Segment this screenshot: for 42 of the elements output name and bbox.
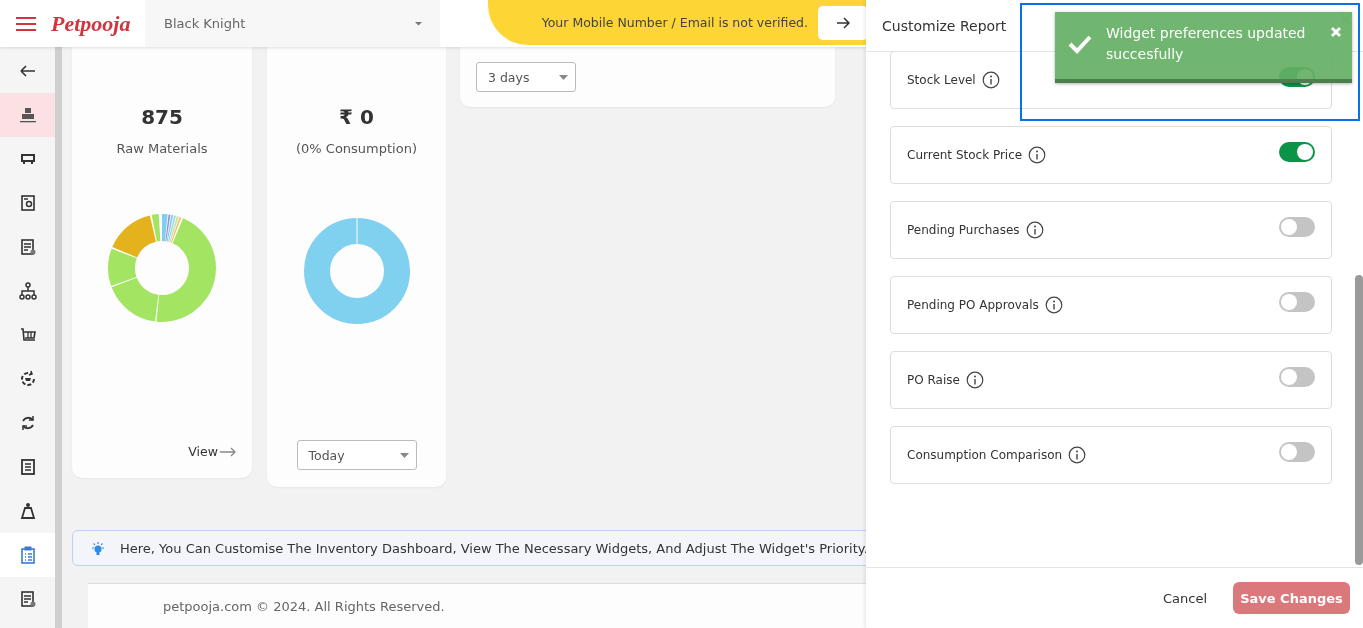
toggle-switch[interactable] — [1279, 442, 1315, 462]
panel-title: Customize Report — [882, 17, 1007, 34]
cancel-button[interactable]: Cancel — [1158, 584, 1211, 612]
option-label: Stock Level — [907, 73, 976, 87]
info-icon[interactable] — [981, 71, 1000, 89]
view-link[interactable]: View — [188, 444, 236, 459]
option-label: Current Stock Price — [907, 148, 1023, 162]
option-label: PO Raise — [907, 373, 960, 387]
option-label: Pending PO Approvals — [907, 298, 1039, 312]
caret-icon — [559, 74, 568, 80]
stat-caption: (0% Consumption) — [296, 141, 417, 156]
menu-icon[interactable] — [15, 14, 37, 33]
info-icon[interactable] — [1044, 296, 1063, 314]
arrow-right-icon — [220, 445, 236, 458]
outlet-dropdown[interactable]: Black Knight — [145, 0, 440, 47]
option-label: Pending Purchases — [907, 223, 1020, 237]
stat-value: ₹ 0 — [339, 105, 374, 129]
toggle-switch[interactable] — [1279, 292, 1315, 312]
toast-message: Widget preferences updated succesfully — [1106, 23, 1306, 64]
lightbulb-icon — [90, 540, 106, 557]
logo[interactable]: Petpooja — [51, 10, 145, 37]
option-label: Consumption Comparison — [907, 448, 1063, 462]
scrollbar[interactable] — [55, 47, 62, 628]
arrow-button[interactable] — [818, 5, 868, 40]
period-dropdown[interactable]: 3 days — [476, 62, 576, 92]
stat-caption: Raw Materials — [116, 141, 208, 156]
info-icon[interactable] — [965, 371, 984, 389]
copyright-text: petpooja.com © 2024. All Rights Reserved. — [163, 598, 445, 614]
toggle-switch[interactable] — [1279, 217, 1315, 237]
info-icon[interactable] — [1028, 146, 1047, 164]
toggle-switch[interactable] — [1279, 367, 1315, 387]
period-dropdown[interactable]: Today — [296, 440, 417, 470]
toggle-switch[interactable] — [1279, 142, 1315, 162]
arrow-right-icon — [836, 15, 850, 30]
info-icon[interactable] — [1025, 221, 1044, 239]
scrollbar-thumb[interactable] — [1355, 275, 1363, 565]
info-icon[interactable] — [1068, 446, 1087, 464]
caret-icon — [399, 452, 409, 458]
notice-text: Your Mobile Number / Email is not verified. — [541, 15, 808, 30]
stat-value: 875 — [141, 105, 183, 129]
sidebar-item[interactable] — [0, 93, 55, 137]
hint-text: Here, You Can Customise The Inventory Dashboard, View The Necessary Widgets, And Adjust The Widget's Priority. — [120, 540, 868, 556]
